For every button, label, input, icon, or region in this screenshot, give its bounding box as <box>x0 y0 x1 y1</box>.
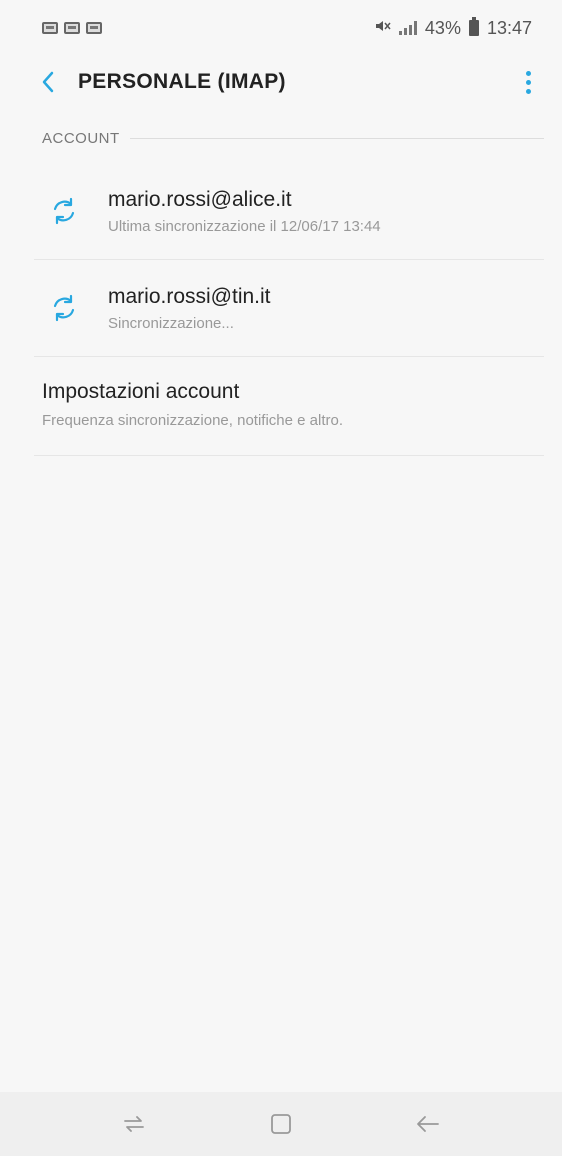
section-divider <box>129 138 544 139</box>
clock: 13:47 <box>486 17 532 38</box>
more-vertical-icon <box>525 70 531 76</box>
section-label: ACCOUNT <box>42 130 120 147</box>
gallery-notification-icon <box>42 22 58 34</box>
recent-apps-button[interactable] <box>110 1100 158 1148</box>
notification-icons <box>42 22 102 34</box>
more-options-button[interactable] <box>516 62 540 102</box>
page-title: PERSONALE (IMAP) <box>78 70 286 93</box>
chevron-left-icon <box>42 71 54 93</box>
settings-subtitle: Frequenza sincronizzazione, notifiche e … <box>42 412 343 429</box>
section-header-account: ACCOUNT <box>42 130 544 147</box>
email-notification-icon <box>64 22 80 34</box>
battery-percentage: 43% <box>424 17 461 38</box>
nav-back-button[interactable] <box>404 1100 452 1148</box>
home-icon <box>271 1114 291 1134</box>
app-bar: PERSONALE (IMAP) <box>0 56 562 108</box>
account-sync-status: Ultima sincronizzazione il 12/06/17 13:4… <box>108 217 381 235</box>
battery-icon <box>468 17 479 36</box>
recent-apps-icon <box>123 1116 144 1132</box>
signal-icon <box>398 21 417 35</box>
account-sync-status: Sincronizzazione... <box>108 314 234 332</box>
account-email: mario.rossi@tin.it <box>108 284 271 308</box>
back-button[interactable] <box>28 62 68 102</box>
back-arrow-icon <box>417 1116 440 1132</box>
account-text: mario.rossi@alice.it Ultima sincronizzaz… <box>108 188 381 235</box>
sync-icon <box>42 293 86 323</box>
account-text: mario.rossi@tin.it Sincronizzazione... <box>108 285 271 332</box>
account-settings-item[interactable]: Impostazioni account Frequenza sincroniz… <box>34 358 544 456</box>
mute-icon <box>375 19 391 37</box>
account-item[interactable]: mario.rossi@tin.it Sincronizzazione... <box>34 260 544 357</box>
account-item[interactable]: mario.rossi@alice.it Ultima sincronizzaz… <box>34 163 544 260</box>
settings-title: Impostazioni account <box>42 380 240 403</box>
account-email: mario.rossi@alice.it <box>108 187 292 211</box>
navigation-bar <box>0 1092 562 1156</box>
email-notification-icon <box>86 22 102 34</box>
status-bar: 43% 13:47 <box>0 0 562 56</box>
sync-icon <box>42 196 86 226</box>
status-indicators: 43% 13:47 <box>375 17 532 39</box>
home-button[interactable] <box>257 1100 305 1148</box>
